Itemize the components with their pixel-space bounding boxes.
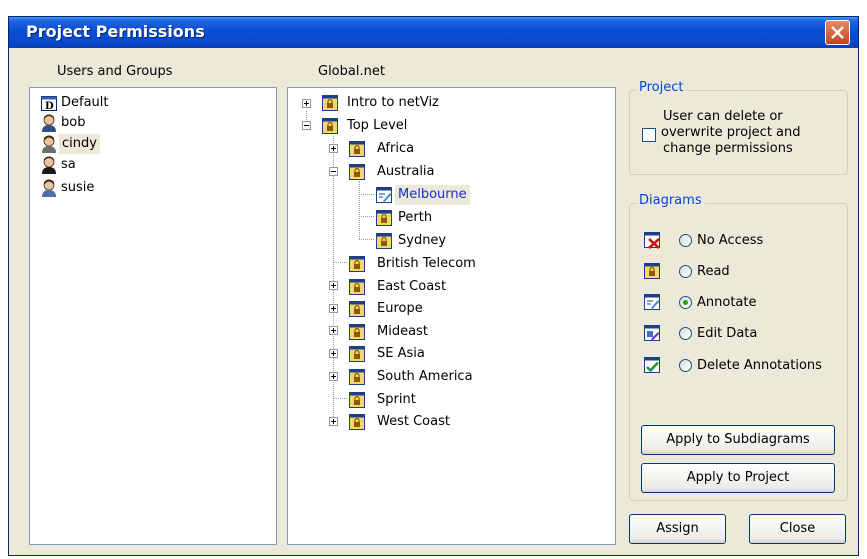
lock-diagram-icon bbox=[349, 164, 365, 180]
lock-diagram-icon bbox=[376, 210, 392, 226]
user-label: bob bbox=[61, 115, 86, 130]
lock-diagram-icon bbox=[349, 414, 365, 430]
lock-diagram-icon bbox=[349, 324, 365, 340]
lock-diagram-icon bbox=[349, 369, 365, 385]
tree-node-label: Europe bbox=[377, 301, 423, 316]
diagrams-group-title: Diagrams bbox=[636, 193, 705, 208]
radio-read[interactable] bbox=[679, 265, 692, 278]
users-list[interactable]: D Default bob cindy sa susie bbox=[29, 87, 277, 545]
tree-node-label: Sydney bbox=[398, 233, 447, 248]
lock-diagram-icon bbox=[349, 301, 365, 317]
delete-annotations-icon bbox=[644, 357, 660, 373]
close-button[interactable]: Close bbox=[749, 514, 846, 544]
expand-icon[interactable] bbox=[329, 144, 338, 153]
expand-icon[interactable] bbox=[329, 417, 338, 426]
expand-icon[interactable] bbox=[329, 281, 338, 290]
delete-permission-label: User can delete or overwrite project and… bbox=[661, 109, 801, 156]
radio-edit-data[interactable] bbox=[679, 327, 692, 340]
tree-node-label: Africa bbox=[377, 141, 415, 156]
user-label: sa bbox=[61, 157, 76, 172]
tree-header: Global.net bbox=[318, 64, 385, 79]
user-label: susie bbox=[61, 180, 95, 195]
radio-label-edit-data: Edit Data bbox=[697, 326, 758, 341]
tree-node-label: Sprint bbox=[377, 392, 416, 407]
expand-icon[interactable] bbox=[329, 326, 338, 335]
read-lock-icon bbox=[644, 263, 660, 279]
radio-annotate[interactable] bbox=[679, 296, 692, 309]
lock-diagram-icon bbox=[349, 346, 365, 362]
users-header: Users and Groups bbox=[57, 64, 173, 79]
lock-diagram-icon bbox=[322, 118, 338, 134]
collapse-icon[interactable] bbox=[302, 121, 311, 130]
close-icon bbox=[831, 26, 844, 39]
tree-node-label: Australia bbox=[377, 164, 435, 179]
annotate-icon bbox=[644, 294, 660, 310]
expand-icon[interactable] bbox=[302, 99, 311, 108]
tree-node-label: West Coast bbox=[377, 414, 450, 429]
lock-diagram-icon bbox=[349, 141, 365, 157]
user-label: Default bbox=[61, 95, 109, 110]
annotate-diagram-icon bbox=[376, 187, 392, 203]
user-icon bbox=[42, 135, 56, 153]
radio-label-annotate: Annotate bbox=[697, 295, 757, 310]
tree-node-label: SE Asia bbox=[377, 346, 425, 361]
tree-node-label: Melbourne bbox=[395, 185, 470, 205]
radio-delete-annotations[interactable] bbox=[679, 359, 692, 372]
diagram-tree[interactable]: Intro to netViz Top Level Africa Austral… bbox=[287, 87, 616, 545]
delete-permission-checkbox[interactable] bbox=[642, 128, 656, 142]
lock-diagram-icon bbox=[349, 392, 365, 408]
apply-to-project-button[interactable]: Apply to Project bbox=[641, 463, 835, 493]
collapse-icon[interactable] bbox=[329, 167, 338, 176]
user-label: cindy bbox=[59, 134, 100, 154]
radio-label-no-access: No Access bbox=[697, 233, 764, 248]
svg-text:D: D bbox=[45, 101, 54, 112]
window-title: Project Permissions bbox=[26, 22, 205, 41]
tree-node-label: South America bbox=[377, 369, 473, 384]
user-icon bbox=[42, 156, 56, 174]
radio-no-access[interactable] bbox=[679, 234, 692, 247]
no-access-icon bbox=[644, 232, 660, 249]
user-icon bbox=[42, 179, 56, 197]
apply-to-subdiagrams-button[interactable]: Apply to Subdiagrams bbox=[641, 425, 835, 455]
tree-node-label: East Coast bbox=[377, 279, 447, 294]
tree-node-label: Perth bbox=[398, 210, 433, 225]
lock-diagram-icon bbox=[376, 233, 392, 249]
expand-icon[interactable] bbox=[329, 372, 338, 381]
user-icon bbox=[42, 114, 56, 132]
lock-diagram-icon bbox=[349, 256, 365, 272]
assign-button[interactable]: Assign bbox=[629, 514, 726, 544]
tree-node-label: British Telecom bbox=[377, 256, 476, 271]
edit-data-icon bbox=[644, 325, 660, 341]
group-icon: D bbox=[41, 96, 57, 112]
tree-node-label: Top Level bbox=[347, 118, 408, 133]
tree-node-label: Mideast bbox=[377, 324, 428, 339]
expand-icon[interactable] bbox=[329, 349, 338, 358]
close-window-button[interactable] bbox=[825, 20, 850, 45]
lock-diagram-icon bbox=[322, 95, 338, 111]
radio-label-delete-annotations: Delete Annotations bbox=[697, 358, 822, 373]
expand-icon[interactable] bbox=[329, 304, 338, 313]
tree-node-label: Intro to netViz bbox=[347, 95, 439, 110]
project-group-title: Project bbox=[636, 80, 687, 95]
lock-diagram-icon bbox=[349, 279, 365, 295]
radio-label-read: Read bbox=[697, 264, 730, 279]
